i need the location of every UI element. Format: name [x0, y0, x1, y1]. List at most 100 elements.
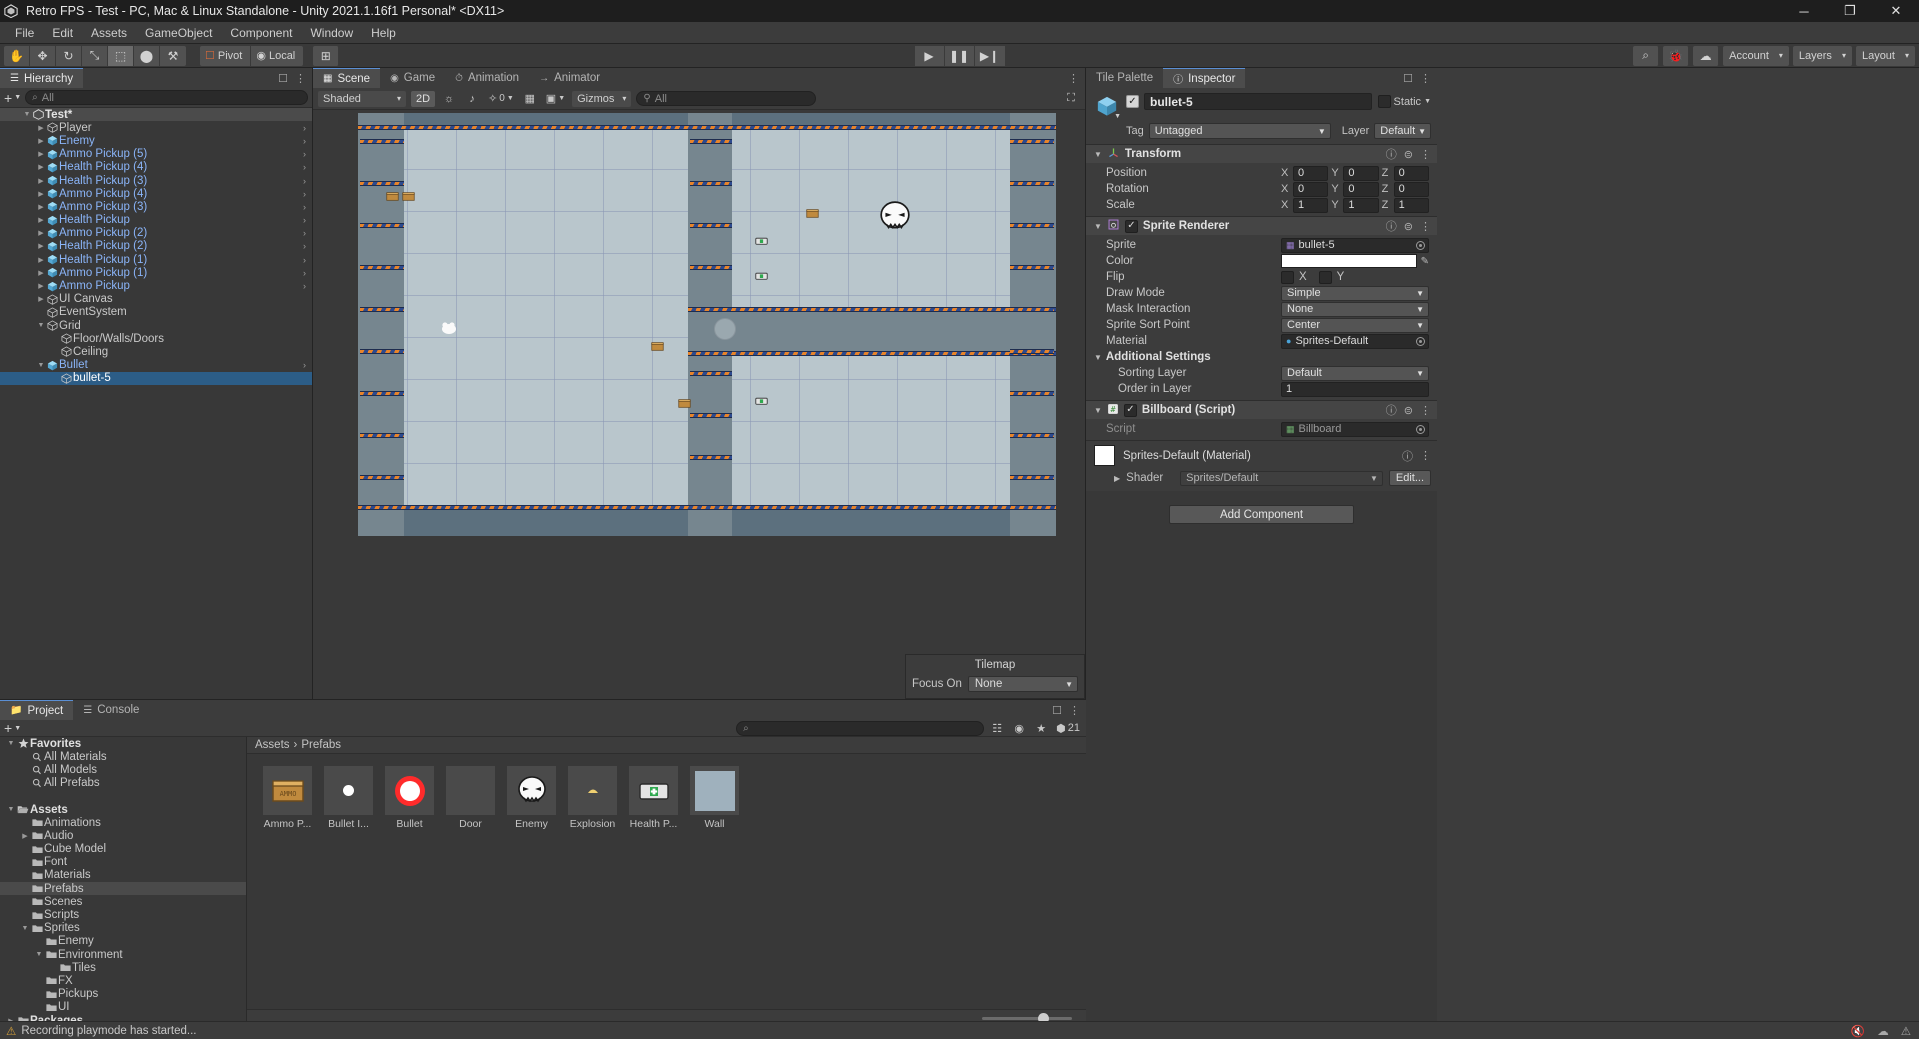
- ammo-pickup-sprite[interactable]: [402, 191, 415, 205]
- project-add-button[interactable]: + ▼: [4, 720, 54, 736]
- scene-menu-icon[interactable]: ⋮: [1068, 72, 1079, 85]
- project-tree-item-font[interactable]: Font: [0, 856, 246, 869]
- scene-camera-icon[interactable]: ▣ ▼: [544, 91, 567, 107]
- position-z-input[interactable]: 0: [1393, 165, 1429, 181]
- grid-snap-icon[interactable]: ⊞: [313, 45, 340, 66]
- disclosure-arrow-icon[interactable]: ▶: [36, 256, 46, 264]
- scale-x-input[interactable]: 1: [1293, 197, 1329, 213]
- hierarchy-item-test[interactable]: ▼ Test*: [0, 108, 312, 122]
- disclosure-arrow-icon[interactable]: ▼: [36, 322, 46, 329]
- scale-tool-icon[interactable]: ⤡: [82, 45, 108, 66]
- inspector-lock-icon[interactable]: ☐: [1403, 72, 1413, 85]
- material-object-field[interactable]: ● Sprites-Default: [1281, 333, 1429, 349]
- play-button[interactable]: ▶: [914, 45, 945, 66]
- prefab-open-chevron-icon[interactable]: ›: [303, 268, 306, 278]
- disclosure-arrow-icon[interactable]: ▼: [6, 740, 16, 747]
- prefab-open-chevron-icon[interactable]: ›: [303, 228, 306, 238]
- maximize-button[interactable]: ❐: [1827, 0, 1873, 22]
- project-tree-item-pickups[interactable]: Pickups: [0, 988, 246, 1001]
- disclosure-arrow-icon[interactable]: ▶: [36, 190, 46, 198]
- disclosure-arrow-icon[interactable]: ▶: [36, 137, 46, 145]
- add-component-button[interactable]: Add Component: [1169, 505, 1354, 524]
- rotation-y-input[interactable]: 0: [1343, 181, 1379, 197]
- project-tree-item-scripts[interactable]: Scripts: [0, 908, 246, 921]
- menu-item-file[interactable]: File: [6, 22, 43, 44]
- tab-inspector[interactable]: ⓘ Inspector: [1163, 68, 1246, 88]
- hierarchy-search-input[interactable]: ⌕ All: [25, 90, 308, 105]
- menu-item-assets[interactable]: Assets: [82, 22, 136, 44]
- project-tree-item-assets[interactable]: ▼ Assets: [0, 803, 246, 816]
- project-tree-item-all-prefabs[interactable]: All Prefabs: [0, 777, 246, 790]
- asset-item[interactable]: Bullet: [383, 766, 436, 830]
- disclosure-arrow-icon[interactable]: ▶: [36, 229, 46, 237]
- sprite-sort-point-dropdown[interactable]: Center ▼: [1281, 317, 1429, 333]
- account-dropdown[interactable]: Account ▾: [1723, 45, 1789, 66]
- shader-dropdown[interactable]: Sprites/Default ▼: [1180, 470, 1383, 486]
- prefab-open-chevron-icon[interactable]: ›: [303, 255, 306, 265]
- menu-item-component[interactable]: Component: [221, 22, 301, 44]
- scene-fx-icon[interactable]: ✧ 0 ▼: [486, 91, 516, 107]
- project-tree-item-scenes[interactable]: Scenes: [0, 895, 246, 908]
- health-pack-icon[interactable]: [629, 766, 678, 815]
- asset-item[interactable]: Wall: [688, 766, 741, 830]
- menu-icon[interactable]: ⋮: [1420, 404, 1431, 417]
- thumbnail-size-slider[interactable]: [982, 1013, 1072, 1025]
- rotation-z-input[interactable]: 0: [1393, 181, 1429, 197]
- hierarchy-item-ammo-pickup-3[interactable]: ▶ Ammo Pickup (3) ›: [0, 200, 312, 213]
- prefab-open-chevron-icon[interactable]: ›: [303, 202, 306, 212]
- static-toggle[interactable]: Static ▼: [1377, 93, 1431, 108]
- ammo-pickup-sprite[interactable]: [806, 208, 819, 222]
- disclosure-arrow-icon[interactable]: ▶: [36, 203, 46, 211]
- hierarchy-item-ammo-pickup-5[interactable]: ▶ Ammo Pickup (5) ›: [0, 148, 312, 161]
- tab-console[interactable]: ☰ Console: [73, 700, 150, 720]
- prefab-open-chevron-icon[interactable]: ›: [303, 189, 306, 199]
- disclosure-arrow-icon[interactable]: ▶: [20, 832, 30, 840]
- project-tree-item-environment[interactable]: ▼ Environment: [0, 948, 246, 961]
- mask-interaction-dropdown[interactable]: None ▼: [1281, 301, 1429, 317]
- rotate-tool-icon[interactable]: ↻: [56, 45, 82, 66]
- hand-tool-icon[interactable]: ✋: [4, 45, 30, 66]
- hierarchy-item-ceiling[interactable]: Ceiling: [0, 345, 312, 358]
- hierarchy-tree[interactable]: ▼ Test* ▶ Player › ▶ Enemy › ▶ Ammo Pickup (5) › ▶ H…: [0, 108, 312, 699]
- disclosure-arrow-icon[interactable]: ▼: [6, 806, 16, 813]
- position-y-input[interactable]: 0: [1343, 165, 1379, 181]
- rect-tool-icon[interactable]: ⬚: [108, 45, 134, 66]
- tab-animator[interactable]: → Animator: [529, 68, 611, 88]
- disclosure-arrow-icon[interactable]: ▶: [36, 124, 46, 132]
- prefab-cube-icon[interactable]: ▼: [1094, 93, 1121, 120]
- ammo-crate-icon[interactable]: AMMO: [263, 766, 312, 815]
- hierarchy-item-ammo-pickup-4[interactable]: ▶ Ammo Pickup (4) ›: [0, 187, 312, 200]
- bug-icon[interactable]: 🐞: [1663, 45, 1690, 66]
- bullet-sprite[interactable]: [714, 318, 736, 340]
- flip-y-checkbox[interactable]: [1318, 270, 1332, 284]
- scene-search-input[interactable]: ⚲ All: [636, 91, 817, 106]
- eyedropper-icon[interactable]: ✎: [1421, 256, 1429, 267]
- tab-scene[interactable]: ▦ Scene: [313, 68, 381, 88]
- help-icon[interactable]: ⓘ: [1402, 448, 1413, 464]
- project-tree-item-fx[interactable]: FX: [0, 974, 246, 987]
- hierarchy-item-ammo-pickup-2[interactable]: ▶ Ammo Pickup (2) ›: [0, 227, 312, 240]
- object-active-checkbox[interactable]: ✓: [1126, 95, 1139, 108]
- step-button[interactable]: ▶❙: [974, 45, 1005, 66]
- custom-tool-icon[interactable]: ⚒: [160, 45, 186, 66]
- door-icon[interactable]: [446, 766, 495, 815]
- project-tree-item-enemy[interactable]: Enemy: [0, 935, 246, 948]
- asset-item[interactable]: Bullet I...: [322, 766, 375, 830]
- project-tree-item-all-materials[interactable]: All Materials: [0, 750, 246, 763]
- hierarchy-menu-icon[interactable]: ⋮: [295, 72, 306, 85]
- help-icon[interactable]: ⓘ: [1386, 402, 1397, 418]
- project-folder-tree[interactable]: ▼ Favorites All Materials All Models All Pre…: [0, 737, 247, 1028]
- object-picker-icon[interactable]: [1416, 336, 1425, 346]
- layer-dropdown[interactable]: Default ▼: [1374, 123, 1431, 139]
- disclosure-arrow-icon[interactable]: ▼: [34, 951, 44, 958]
- transform-header[interactable]: ▼ Transform ⓘ ⊜ ⋮: [1086, 145, 1437, 163]
- disclosure-arrow-icon[interactable]: ▼: [20, 925, 30, 932]
- scale-z-input[interactable]: 1: [1393, 197, 1429, 213]
- hierarchy-add-button[interactable]: + ▼: [4, 90, 21, 106]
- health-pickup-sprite[interactable]: [755, 270, 768, 284]
- hierarchy-item-enemy[interactable]: ▶ Enemy ›: [0, 134, 312, 147]
- asset-item[interactable]: Explosion: [566, 766, 619, 830]
- wall-icon[interactable]: [690, 766, 739, 815]
- sorting-layer-dropdown[interactable]: Default ▼: [1281, 365, 1429, 381]
- tab-animation[interactable]: ⏱ Animation: [445, 68, 530, 88]
